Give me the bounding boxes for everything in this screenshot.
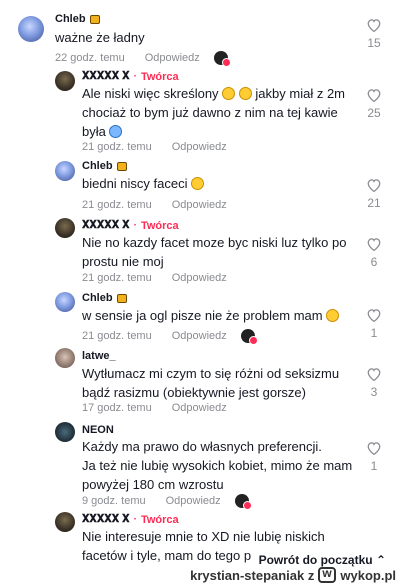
comment-text: biedni niscy faceci bbox=[82, 174, 205, 193]
comment-header: Chleb bbox=[55, 13, 100, 25]
comment-time: 22 godz. temu bbox=[55, 52, 125, 64]
comment-time: 9 godz. temu bbox=[82, 495, 146, 507]
author-name[interactable]: latwe_ bbox=[82, 350, 116, 362]
comment-time: 21 godz. temu bbox=[82, 141, 152, 153]
author-name[interactable]: 𝐗𝐗𝐗𝐗𝐗 𝐗 bbox=[82, 513, 130, 526]
avatar[interactable] bbox=[55, 512, 75, 532]
heart-outline-icon bbox=[367, 179, 381, 192]
avatar[interactable] bbox=[55, 292, 75, 312]
crying-emoji-icon bbox=[109, 125, 123, 138]
sad-emoji-icon bbox=[191, 177, 205, 190]
author-name[interactable]: NEON bbox=[82, 424, 114, 436]
like-button[interactable]: 25 bbox=[362, 88, 386, 120]
like-button[interactable]: 21 bbox=[362, 178, 386, 210]
reply-button[interactable]: Odpowiedz bbox=[145, 52, 200, 64]
like-button[interactable]: 1 bbox=[362, 441, 386, 473]
comment-header: 𝐗𝐗𝐗𝐗𝐗 𝐗 · Twórca bbox=[82, 70, 179, 83]
comment-meta: 9 godz. temu Odpowiedz bbox=[82, 494, 252, 510]
like-count: 21 bbox=[367, 196, 381, 210]
like-count: 3 bbox=[370, 385, 378, 399]
sad-emoji-icon bbox=[326, 309, 340, 322]
comment-time: 17 godz. temu bbox=[82, 402, 152, 414]
comment-text: w sensie ja ogl pisze nie że problem mam bbox=[82, 306, 340, 325]
chevron-up-icon: ⌃ bbox=[375, 553, 386, 567]
watermark-site: wykop.pl bbox=[340, 567, 396, 583]
comment-header: 𝐗𝐗𝐗𝐗𝐗 𝐗 · Twórca bbox=[82, 513, 179, 526]
avatar[interactable] bbox=[55, 422, 75, 442]
comment-meta: 21 godz. temu Odpowiedz bbox=[82, 329, 258, 345]
heart-outline-icon bbox=[367, 442, 381, 455]
avatar[interactable] bbox=[55, 71, 75, 91]
dot-separator: · bbox=[133, 514, 137, 525]
comment-text: Nie no kazdy facet moze byc niski luz ty… bbox=[82, 235, 347, 269]
reply-button[interactable]: Odpowiedz bbox=[166, 495, 221, 507]
comment-header: NEON bbox=[82, 424, 114, 436]
avatar[interactable] bbox=[55, 348, 75, 368]
like-button[interactable]: 6 bbox=[362, 237, 386, 269]
reply-button[interactable]: Odpowiedz bbox=[172, 272, 227, 284]
creator-badge: Twórca bbox=[140, 513, 179, 526]
comment-header: Chleb bbox=[82, 292, 127, 304]
comment-meta: 21 godz. temu Odpowiedz bbox=[82, 272, 227, 284]
bread-emoji-icon bbox=[116, 293, 127, 303]
like-button[interactable]: 15 bbox=[362, 18, 386, 50]
comment-time: 21 godz. temu bbox=[82, 199, 152, 211]
avatar[interactable] bbox=[55, 218, 75, 238]
like-count: 1 bbox=[370, 326, 378, 340]
creator-badge: Twórca bbox=[140, 219, 179, 232]
reply-button[interactable]: Odpowiedz bbox=[172, 402, 227, 414]
heart-outline-icon bbox=[367, 238, 381, 251]
like-count: 25 bbox=[367, 106, 381, 120]
comment-meta: 21 godz. temu Odpowiedz bbox=[82, 199, 227, 211]
heart-outline-icon bbox=[367, 89, 381, 102]
author-name[interactable]: Chleb bbox=[82, 160, 113, 172]
avatar[interactable] bbox=[18, 16, 44, 42]
bread-emoji-icon bbox=[89, 14, 100, 24]
comment-header: latwe_ bbox=[82, 350, 116, 362]
reply-button[interactable]: Odpowiedz bbox=[172, 141, 227, 153]
reply-button[interactable]: Odpowiedz bbox=[172, 199, 227, 211]
comment-meta: 17 godz. temu Odpowiedz bbox=[82, 402, 227, 414]
dot-separator: · bbox=[133, 220, 137, 231]
creator-liked-avatar-icon bbox=[234, 494, 252, 510]
comment-header: Chleb bbox=[82, 160, 127, 172]
comment-text: ważne że ładny bbox=[55, 30, 145, 45]
wykop-logo-icon bbox=[318, 566, 337, 583]
watermark-user: krystian-stepaniak z bbox=[190, 567, 315, 583]
like-button[interactable]: 3 bbox=[362, 367, 386, 399]
author-name[interactable]: Chleb bbox=[55, 13, 86, 25]
dot-separator: · bbox=[133, 71, 137, 82]
creator-badge: Twórca bbox=[140, 70, 179, 83]
reply-button[interactable]: Odpowiedz bbox=[172, 330, 227, 342]
watermark: krystian-stepaniak z wykop.pl bbox=[190, 566, 396, 583]
bread-emoji-icon bbox=[116, 161, 127, 171]
comment-time: 21 godz. temu bbox=[82, 330, 152, 342]
comment-text: Każdy ma prawo do własnych preferencji. … bbox=[82, 439, 353, 492]
comment-meta: 22 godz. temu Odpowiedz bbox=[55, 51, 231, 67]
comment-text: Ale niski więc skreślony jakby miał z 2m… bbox=[82, 86, 345, 139]
like-count: 15 bbox=[367, 36, 381, 50]
avatar[interactable] bbox=[55, 161, 75, 181]
sad-emoji-icon bbox=[238, 87, 252, 100]
author-name[interactable]: Chleb bbox=[82, 292, 113, 304]
author-name[interactable]: 𝐗𝐗𝐗𝐗𝐗 𝐗 bbox=[82, 219, 130, 232]
comment-meta: 21 godz. temu Odpowiedz bbox=[82, 141, 227, 153]
like-count: 1 bbox=[370, 459, 378, 473]
creator-liked-avatar-icon bbox=[213, 51, 231, 67]
heart-outline-icon bbox=[367, 309, 381, 322]
sad-emoji-icon bbox=[222, 87, 236, 100]
like-count: 6 bbox=[370, 255, 378, 269]
author-name[interactable]: 𝐗𝐗𝐗𝐗𝐗 𝐗 bbox=[82, 70, 130, 83]
heart-outline-icon bbox=[367, 19, 381, 32]
like-button[interactable]: 1 bbox=[362, 308, 386, 340]
creator-liked-avatar-icon bbox=[240, 329, 258, 345]
comment-text: Wytłumacz mi czym to się różni od seksiz… bbox=[82, 366, 340, 400]
heart-outline-icon bbox=[367, 368, 381, 381]
comment-header: 𝐗𝐗𝐗𝐗𝐗 𝐗 · Twórca bbox=[82, 219, 179, 232]
comment-time: 21 godz. temu bbox=[82, 272, 152, 284]
